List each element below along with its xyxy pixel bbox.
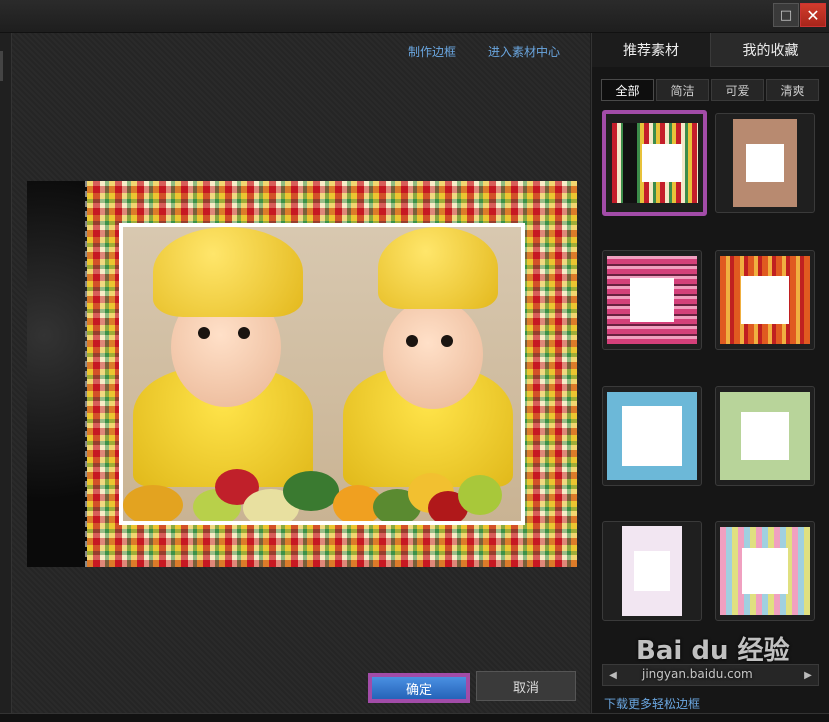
frame-thumbnail[interactable] — [602, 386, 702, 486]
make-frame-link[interactable]: 制作边框 — [408, 43, 456, 60]
download-more-link[interactable]: 下载更多轻松边框 — [604, 695, 700, 712]
next-page-icon[interactable]: ▶ — [798, 665, 818, 685]
frame-thumbnail[interactable] — [715, 386, 815, 486]
close-button[interactable]: ✕ — [800, 3, 826, 27]
material-center-link[interactable]: 进入素材中心 — [488, 43, 560, 60]
ok-button[interactable]: 确定 — [368, 673, 470, 703]
watermark: Bai du 经验 jingyan.baidu.com — [636, 630, 790, 681]
preview-area: 制作边框 进入素材中心 确定 取消 — [12, 33, 590, 713]
filter-cute[interactable]: 可爱 — [711, 79, 764, 101]
frame-thumbnail[interactable] — [602, 521, 702, 621]
frame-preview — [27, 181, 577, 567]
frame-thumbnail[interactable] — [602, 250, 702, 350]
frame-thumbnail[interactable] — [602, 110, 707, 216]
watermark-url: jingyan.baidu.com — [642, 667, 753, 681]
left-collapse-strip[interactable] — [0, 33, 12, 713]
prev-page-icon[interactable]: ◀ — [603, 665, 623, 685]
close-icon: ✕ — [806, 5, 820, 25]
tab-recommended[interactable]: 推荐素材 — [592, 33, 710, 67]
filter-simple[interactable]: 简洁 — [656, 79, 709, 101]
frame-thumbnail[interactable] — [715, 521, 815, 621]
photo — [119, 223, 525, 525]
watermark-brand: Bai du 经验 — [636, 636, 790, 666]
frame-spine — [27, 181, 87, 567]
title-bar: □ ✕ — [0, 0, 829, 33]
maximize-button[interactable]: □ — [773, 3, 799, 27]
filter-fresh[interactable]: 清爽 — [766, 79, 819, 101]
maximize-icon: □ — [779, 7, 793, 23]
frame-thumbnail[interactable] — [715, 250, 815, 350]
cancel-button[interactable]: 取消 — [476, 671, 576, 701]
frame-thumbnail[interactable] — [715, 113, 815, 213]
tab-favorites[interactable]: 我的收藏 — [710, 33, 829, 67]
filter-all[interactable]: 全部 — [601, 79, 654, 101]
material-panel: 推荐素材 我的收藏 全部 简洁 可爱 清爽 ◀ ▶ 下载更多轻松边框 — [591, 33, 829, 713]
